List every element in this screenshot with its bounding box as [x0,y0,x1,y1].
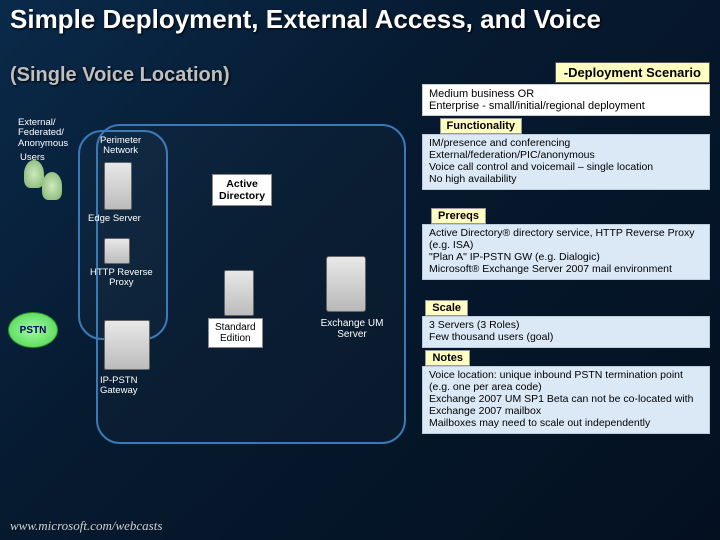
active-directory-box: Active Directory [212,174,272,206]
slide-subtitle: (Single Voice Location) [0,62,240,87]
scale-label: Scale [425,300,468,316]
person-icon [42,172,62,200]
server-icon [104,162,132,210]
scale-panel: 3 Servers (3 Roles) Few thousand users (… [422,316,710,348]
deployment-scenario-label: -Deployment Scenario [555,62,710,83]
standard-edition-box: Standard Edition [208,318,263,348]
slide-title: Simple Deployment, External Access, and … [0,0,720,33]
server-icon [326,256,366,312]
prereqs-panel: Active Directory® directory service, HTT… [422,224,710,280]
prereqs-label: Prereqs [431,208,486,224]
server-icon [104,238,130,264]
functionality-label: Functionality [440,118,522,134]
person-icon [24,160,44,188]
server-icon [224,270,254,316]
perimeter-network-label: Perimeter Network [100,136,141,157]
users-label: Users [20,153,45,163]
notes-panel: Voice location: unique inbound PSTN term… [422,366,710,434]
external-users-label: External/ Federated/ Anonymous [18,118,68,149]
http-reverse-proxy-label: HTTP Reverse Proxy [90,268,153,289]
footer-url: www.microsoft.com/webcasts [10,518,162,534]
pstn-cloud: PSTN [8,312,58,348]
gateway-icon [104,320,150,370]
edge-server-label: Edge Server [88,214,141,224]
functionality-panel: IM/presence and conferencing External/fe… [422,134,710,190]
scenario-text: Medium business OR Enterprise - small/in… [422,84,710,116]
exchange-um-server-label: Exchange UM Server [312,318,392,340]
notes-label: Notes [425,350,470,366]
ip-pstn-gateway-label: IP-PSTN Gateway [100,376,138,397]
